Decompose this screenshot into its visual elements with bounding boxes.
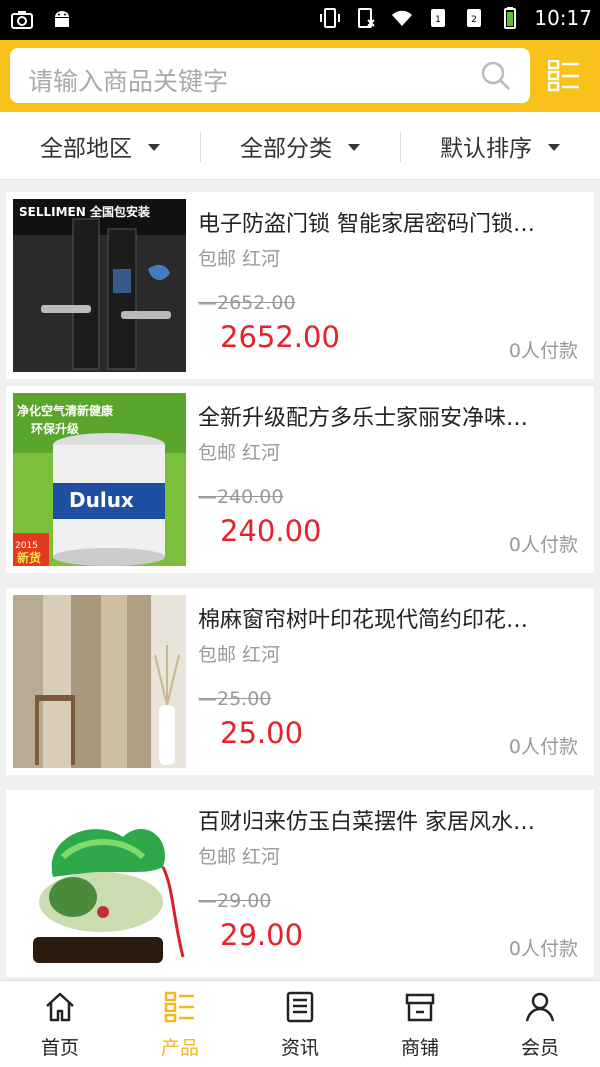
product-meta: 包邮 红河 [198, 640, 280, 667]
chevron-down-icon [148, 143, 160, 151]
svg-text:Dulux: Dulux [69, 488, 134, 512]
product-title[interactable]: 棉麻窗帘树叶印花现代简约印花… [198, 602, 582, 634]
android-icon [55, 11, 69, 27]
product-card[interactable]: SELLIMEN 全国包安装 电子防盗门锁 智能家居密码门锁… 包邮 红河 —26… [6, 192, 594, 379]
product-title[interactable]: 全新升级配方多乐士家丽安净味… [198, 400, 582, 432]
filter-bar: 全部地区 全部分类 默认排序 [0, 112, 600, 180]
sales-count: 0人付款 [508, 736, 578, 758]
tab-news[interactable]: 资讯 [240, 981, 360, 1067]
region-filter[interactable]: 全部地区 [0, 112, 200, 180]
category-filter-label: 全部分类 [240, 136, 332, 162]
chevron-down-icon [548, 143, 560, 151]
bottom-tab-bar: 首页 产品 资讯 商铺 会员 [0, 980, 600, 1067]
header: 请输入商品关键字 [0, 40, 600, 112]
price: 29.00 [220, 918, 304, 952]
tab-member[interactable]: 会员 [480, 981, 600, 1067]
location-tag: 红河 [242, 846, 281, 868]
category-filter[interactable]: 全部分类 [200, 112, 400, 180]
product-image-jade-cabbage[interactable] [13, 797, 186, 970]
brand-text: SELLIMEN 全国包安装 [19, 204, 150, 219]
product-title[interactable]: 百财归来仿玉白菜摆件 家居风水… [198, 804, 582, 836]
svg-text:1: 1 [435, 15, 441, 25]
shipping-tag: 包邮 [198, 644, 237, 666]
screenshot-icon [11, 11, 33, 29]
product-image-door-lock[interactable]: SELLIMEN 全国包安装 [13, 199, 186, 372]
region-filter-label: 全部地区 [40, 136, 132, 162]
sales-count: 0人付款 [508, 938, 578, 960]
news-icon [286, 991, 314, 1023]
location-tag: 红河 [242, 248, 281, 270]
svg-text:净化空气清新健康: 净化空气清新健康 [17, 403, 114, 418]
location-tag: 红河 [242, 442, 281, 464]
price: 240.00 [220, 514, 322, 548]
clock: 10:17 [534, 6, 592, 30]
price: 2652.00 [220, 320, 340, 354]
vibrate-icon [320, 8, 341, 28]
original-price: —29.00 [198, 890, 272, 912]
category-menu-icon[interactable] [548, 60, 580, 92]
tab-news-label: 资讯 [280, 1037, 319, 1059]
product-card[interactable]: 棉麻窗帘树叶印花现代简约印花… 包邮 红河 —25.00 25.00 0人付款 [6, 588, 594, 775]
product-image-paint[interactable]: 净化空气清新健康 环保升级 Dulux 2015 新货 [13, 393, 186, 566]
original-price: —240.00 [198, 486, 284, 508]
search-icon[interactable] [480, 60, 512, 92]
sort-filter-label: 默认排序 [440, 136, 532, 162]
svg-text:2015: 2015 [15, 541, 38, 551]
tab-home[interactable]: 首页 [0, 981, 120, 1067]
sim1-icon: 1 [431, 9, 446, 27]
phone-mute-icon [358, 8, 376, 28]
sales-count: 0人付款 [508, 340, 578, 362]
product-meta: 包邮 红河 [198, 244, 280, 271]
product-card[interactable]: 百财归来仿玉白菜摆件 家居风水… 包邮 红河 —29.00 29.00 0人付款 [6, 790, 594, 977]
search-placeholder: 请输入商品关键字 [28, 67, 229, 96]
sort-filter[interactable]: 默认排序 [400, 112, 600, 180]
battery-charging-icon [504, 7, 517, 29]
original-price: —2652.00 [198, 292, 296, 314]
sales-count: 0人付款 [508, 534, 578, 556]
tab-shops-label: 商铺 [400, 1037, 439, 1059]
svg-text:新货: 新货 [17, 550, 41, 565]
product-meta: 包邮 红河 [198, 438, 280, 465]
location-tag: 红河 [242, 644, 281, 666]
shipping-tag: 包邮 [198, 248, 237, 270]
product-card[interactable]: 净化空气清新健康 环保升级 Dulux 2015 新货 全新升级配方多乐士家丽安… [6, 386, 594, 573]
shipping-tag: 包邮 [198, 442, 237, 464]
status-bar: 1 2 10:17 [0, 0, 600, 40]
product-meta: 包邮 红河 [198, 842, 280, 869]
product-list-icon [164, 991, 194, 1023]
chevron-down-icon [348, 143, 360, 151]
home-icon [46, 992, 74, 1022]
price: 25.00 [220, 716, 304, 750]
tab-home-label: 首页 [40, 1037, 79, 1059]
tab-products[interactable]: 产品 [120, 981, 240, 1067]
shipping-tag: 包邮 [198, 846, 237, 868]
sim2-icon: 2 [467, 9, 482, 27]
product-title[interactable]: 电子防盗门锁 智能家居密码门锁… [198, 206, 582, 238]
original-price: —25.00 [198, 688, 272, 710]
product-image-curtain[interactable] [13, 595, 186, 768]
tab-shops[interactable]: 商铺 [360, 981, 480, 1067]
wifi-icon [392, 10, 413, 26]
user-icon [525, 992, 555, 1022]
tab-products-label: 产品 [160, 1037, 199, 1059]
shop-icon [405, 993, 435, 1022]
svg-text:2: 2 [471, 15, 477, 25]
search-input[interactable]: 请输入商品关键字 [10, 48, 530, 103]
svg-text:环保升级: 环保升级 [31, 421, 79, 436]
tab-member-label: 会员 [520, 1037, 559, 1059]
